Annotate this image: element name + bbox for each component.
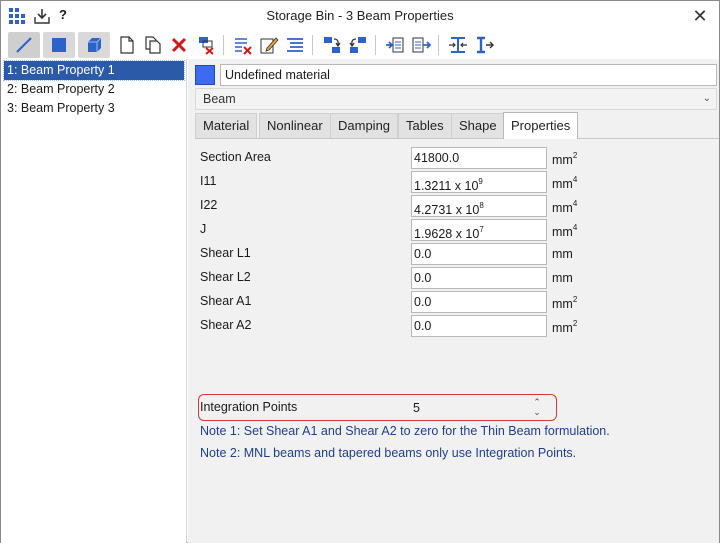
shear-l2-unit: mm (552, 271, 573, 285)
property-list: 1: Beam Property 1 2: Beam Property 2 3:… (1, 59, 187, 543)
beam-properties-dialog: ? Storage Bin - 3 Beam Properties ✕ 1: B… (0, 0, 720, 543)
chevron-up-icon[interactable]: ⌃ (531, 397, 543, 407)
tab-properties[interactable]: Properties (503, 112, 579, 139)
i11-input[interactable]: 1.3211 x 109 (411, 171, 547, 193)
insert-after-button[interactable] (408, 32, 434, 58)
clear-lines-icon (235, 38, 252, 55)
j-input[interactable]: 1.9628 x 107 (411, 219, 547, 241)
new-document-icon (120, 36, 134, 54)
i-section-icon (477, 36, 494, 54)
tab-material[interactable]: Material (195, 113, 258, 138)
delete-button[interactable] (166, 32, 192, 58)
i22-input[interactable]: 4.2731 x 108 (411, 195, 547, 217)
tab-shape[interactable]: Shape (451, 113, 505, 138)
shear-l2-label: Shear L2 (200, 270, 251, 284)
edit-pencil-icon (260, 37, 279, 54)
list-item[interactable]: 3: Beam Property 3 (4, 99, 184, 118)
property-editor: Undefined material Beam ⌄ Material Nonli… (188, 59, 719, 543)
integration-points-stepper[interactable]: 5 (411, 397, 547, 419)
insert-before-icon (386, 37, 404, 53)
i22-unit: mm4 (552, 199, 578, 215)
edit-button[interactable] (256, 32, 282, 58)
material-color-swatch[interactable] (195, 65, 215, 85)
list-view-icon (287, 38, 303, 52)
section-fit-icon (449, 37, 467, 53)
toolbar-separator (438, 35, 439, 55)
insert-after-icon (412, 37, 431, 53)
section-area-row: Section Area 41800.0 mm2 (195, 147, 719, 169)
shear-l1-row: Shear L1 0.0 mm (195, 243, 719, 265)
i11-label: I11 (200, 174, 217, 188)
delete-x-icon (171, 37, 187, 53)
insert-before-button[interactable] (382, 32, 408, 58)
note-2: Note 2: MNL beams and tapered beams only… (200, 446, 577, 460)
shear-a1-row: Shear A1 0.0 mm2 (195, 291, 719, 313)
toolbar-separator (375, 35, 376, 55)
toolbar (1, 31, 719, 59)
j-label: J (200, 222, 207, 236)
i11-unit: mm4 (552, 175, 578, 191)
shear-a2-label: Shear A2 (200, 318, 252, 332)
j-row: J 1.9628 x 107 mm4 (195, 219, 719, 241)
copy-documents-icon (145, 36, 161, 54)
tab-damping[interactable]: Damping (330, 113, 399, 138)
tab-tables[interactable]: Tables (398, 113, 452, 138)
section-library-button[interactable] (471, 32, 497, 58)
shear-l1-label: Shear L1 (200, 246, 251, 260)
export-button[interactable] (345, 32, 371, 58)
note-1: Note 1: Set Shear A1 and Shear A2 to zer… (200, 424, 610, 438)
chevron-down-icon[interactable]: ⌄ (531, 407, 543, 417)
shear-l2-input[interactable]: 0.0 (411, 267, 547, 289)
shear-a1-label: Shear A1 (200, 294, 252, 308)
section-fit-button[interactable] (445, 32, 471, 58)
shear-l1-unit: mm (552, 247, 573, 261)
shear-a1-unit: mm2 (552, 295, 578, 311)
list-view-button[interactable] (282, 32, 308, 58)
delete-unused-icon (199, 37, 214, 55)
close-button[interactable]: ✕ (689, 5, 711, 27)
i11-row: I11 1.3211 x 109 mm4 (195, 171, 719, 193)
i22-label: I22 (200, 198, 218, 212)
shear-l2-row: Shear L2 0.0 mm (195, 267, 719, 289)
tab-nonlinear[interactable]: Nonlinear (259, 113, 331, 138)
j-unit: mm4 (552, 223, 578, 239)
beam-type-button[interactable] (8, 32, 40, 58)
section-area-input[interactable]: 41800.0 (411, 147, 547, 169)
list-item[interactable]: 1: Beam Property 1 (3, 60, 185, 81)
chevron-down-icon: ⌄ (702, 93, 711, 104)
shear-a1-input[interactable]: 0.0 (411, 291, 547, 313)
import-arrows-icon (324, 37, 341, 53)
toolbar-separator (312, 35, 313, 55)
shear-a2-row: Shear A2 0.0 mm2 (195, 315, 719, 337)
brick-cube-icon (88, 37, 102, 52)
new-button[interactable] (114, 32, 140, 58)
material-name-field[interactable]: Undefined material (220, 64, 717, 86)
toolbar-separator (223, 35, 224, 55)
properties-panel: Section Area 41800.0 mm2 I11 1.3211 x 10… (195, 138, 719, 543)
delete-unused-button[interactable] (193, 32, 219, 58)
element-type-value: Beam (203, 92, 236, 106)
beam-line-icon (16, 37, 32, 53)
integration-points-row: Integration Points 5 ⌃ ⌄ (195, 397, 719, 419)
element-type-select[interactable]: Beam ⌄ (195, 88, 717, 110)
shear-l1-input[interactable]: 0.0 (411, 243, 547, 265)
brick-type-button[interactable] (78, 32, 110, 58)
plate-type-button[interactable] (43, 32, 75, 58)
export-arrows-icon (349, 37, 366, 53)
plate-square-icon (52, 38, 66, 52)
integration-points-label: Integration Points (200, 400, 298, 414)
integration-points-value: 5 (413, 401, 420, 415)
import-button[interactable] (319, 32, 345, 58)
section-area-label: Section Area (200, 150, 271, 164)
list-item[interactable]: 2: Beam Property 2 (4, 80, 184, 99)
clear-button[interactable] (230, 32, 256, 58)
copy-button[interactable] (140, 32, 166, 58)
window-title: Storage Bin - 3 Beam Properties (266, 8, 454, 23)
i22-row: I22 4.2731 x 108 mm4 (195, 195, 719, 217)
shear-a2-input[interactable]: 0.0 (411, 315, 547, 337)
shear-a2-unit: mm2 (552, 319, 578, 335)
section-area-unit: mm2 (552, 151, 578, 167)
title-bar: ? Storage Bin - 3 Beam Properties ✕ (1, 1, 719, 31)
stepper-buttons: ⌃ ⌄ (531, 397, 543, 419)
